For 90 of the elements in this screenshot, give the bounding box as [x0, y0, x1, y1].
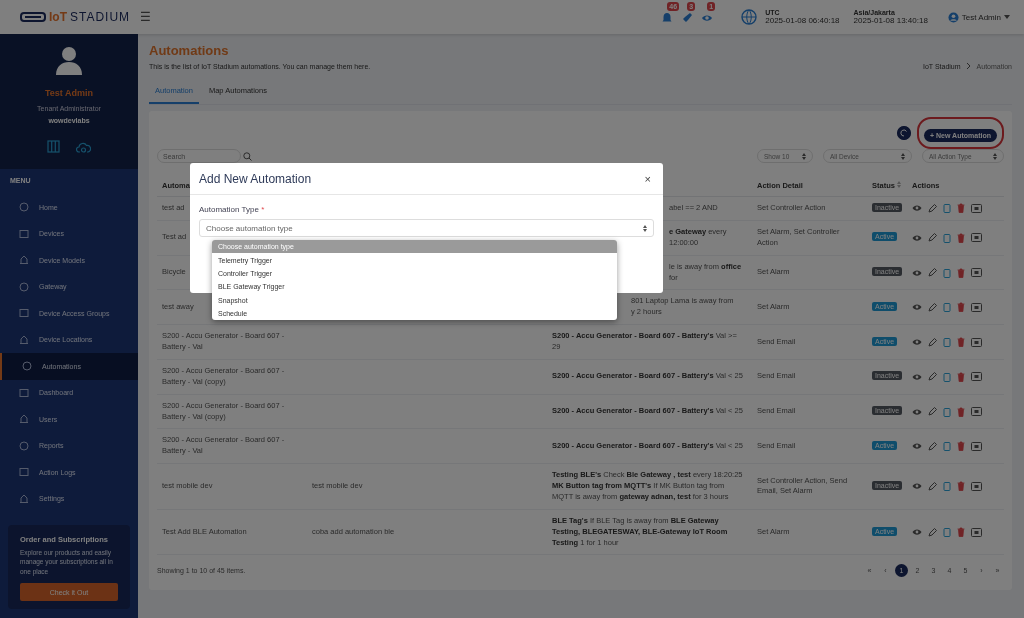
updown-icon — [643, 224, 647, 232]
copy-icon[interactable] — [943, 481, 951, 492]
delete-icon[interactable] — [957, 481, 965, 492]
clock-time: 2025-01-08 06:40:18 — [765, 16, 840, 25]
log-icon[interactable] — [971, 407, 982, 416]
menu-item-icon — [19, 467, 29, 478]
menu-item-icon — [19, 255, 29, 266]
required-mark: * — [261, 205, 265, 214]
edit-icon[interactable] — [928, 337, 937, 347]
copy-icon[interactable] — [943, 203, 951, 214]
delete-icon[interactable] — [957, 232, 965, 243]
eye-icon[interactable] — [701, 12, 714, 24]
updown-icon — [802, 152, 806, 160]
edit-icon[interactable] — [928, 407, 937, 416]
user-menu[interactable]: Test Admin — [941, 10, 1016, 24]
view-icon[interactable] — [912, 372, 922, 381]
delete-icon[interactable] — [957, 371, 965, 382]
edit-icon[interactable] — [928, 268, 937, 277]
columns-icon[interactable] — [47, 140, 60, 153]
edit-icon[interactable] — [928, 441, 937, 451]
edit-icon[interactable] — [928, 233, 937, 243]
delete-icon[interactable] — [957, 406, 965, 417]
menu-item-icon — [19, 202, 29, 213]
copy-icon[interactable] — [943, 441, 951, 452]
search-icon — [243, 151, 252, 161]
refresh-icon[interactable] — [897, 126, 911, 140]
menu-item-icon — [19, 414, 29, 425]
menu-item-icon — [19, 440, 29, 451]
copy-icon[interactable] — [943, 406, 951, 417]
chevron-icon — [965, 62, 972, 70]
delete-icon[interactable] — [957, 337, 965, 347]
copy-icon[interactable] — [943, 232, 951, 243]
log-icon[interactable] — [971, 527, 982, 537]
copy-icon[interactable] — [943, 267, 951, 278]
globe-icon — [741, 9, 758, 25]
caret-icon — [1004, 15, 1010, 19]
edit-icon[interactable] — [928, 481, 937, 491]
menu-item-icon — [22, 361, 32, 372]
user-name: Test Admin — [45, 88, 93, 98]
log-icon[interactable] — [971, 481, 982, 491]
view-icon[interactable] — [912, 442, 922, 451]
updown-icon — [901, 152, 905, 160]
copy-icon[interactable] — [943, 371, 951, 382]
user-icon — [947, 11, 959, 23]
delete-icon[interactable] — [957, 527, 965, 538]
menu-item-icon — [19, 308, 29, 319]
view-icon[interactable] — [912, 233, 922, 242]
view-icon[interactable] — [912, 204, 922, 213]
delete-icon[interactable] — [957, 441, 965, 452]
cloud-icon[interactable] — [76, 140, 91, 153]
menu-item-icon — [19, 493, 29, 504]
modal-title: Add New Automation — [199, 171, 312, 186]
edit-icon[interactable] — [928, 372, 937, 382]
menu-item-icon — [19, 334, 29, 345]
copy-icon[interactable] — [943, 527, 951, 538]
updown-icon — [993, 152, 997, 160]
edit-icon[interactable] — [928, 527, 937, 537]
copy-icon[interactable] — [943, 337, 951, 347]
page-title: Automations — [149, 43, 230, 58]
log-icon[interactable] — [971, 441, 982, 451]
bell-icon[interactable] — [661, 12, 674, 24]
view-icon[interactable] — [912, 303, 922, 312]
avatar-icon — [53, 44, 85, 76]
menu-item-icon — [19, 228, 29, 239]
logo-text: IoT — [49, 10, 67, 24]
edit-icon[interactable] — [928, 203, 937, 213]
automation-type-select[interactable]: Choose automation type — [199, 219, 654, 237]
log-icon[interactable] — [971, 337, 982, 347]
menu-item-icon — [19, 387, 29, 398]
clock-time: 2025-01-08 13:40:18 — [853, 16, 928, 25]
view-icon[interactable] — [912, 482, 922, 491]
close-button[interactable]: × — [641, 172, 654, 185]
edit-icon[interactable] — [928, 302, 937, 312]
view-icon[interactable] — [912, 338, 922, 346]
view-icon[interactable] — [912, 528, 922, 537]
log-icon[interactable] — [971, 372, 982, 382]
menu-item-icon — [19, 281, 29, 292]
delete-icon[interactable] — [957, 267, 965, 278]
log-icon[interactable] — [971, 203, 982, 213]
copy-icon[interactable] — [943, 302, 951, 313]
menu-button[interactable]: ☰ — [140, 10, 151, 24]
view-icon[interactable] — [912, 407, 922, 416]
field-label: Automation Type — [199, 205, 259, 214]
logo-text: STADIUM — [70, 10, 131, 24]
delete-icon[interactable] — [957, 302, 965, 313]
delete-icon[interactable] — [957, 203, 965, 214]
view-icon[interactable] — [912, 268, 922, 277]
log-icon[interactable] — [971, 302, 982, 312]
log-icon[interactable] — [971, 268, 982, 277]
log-icon[interactable] — [971, 233, 982, 243]
